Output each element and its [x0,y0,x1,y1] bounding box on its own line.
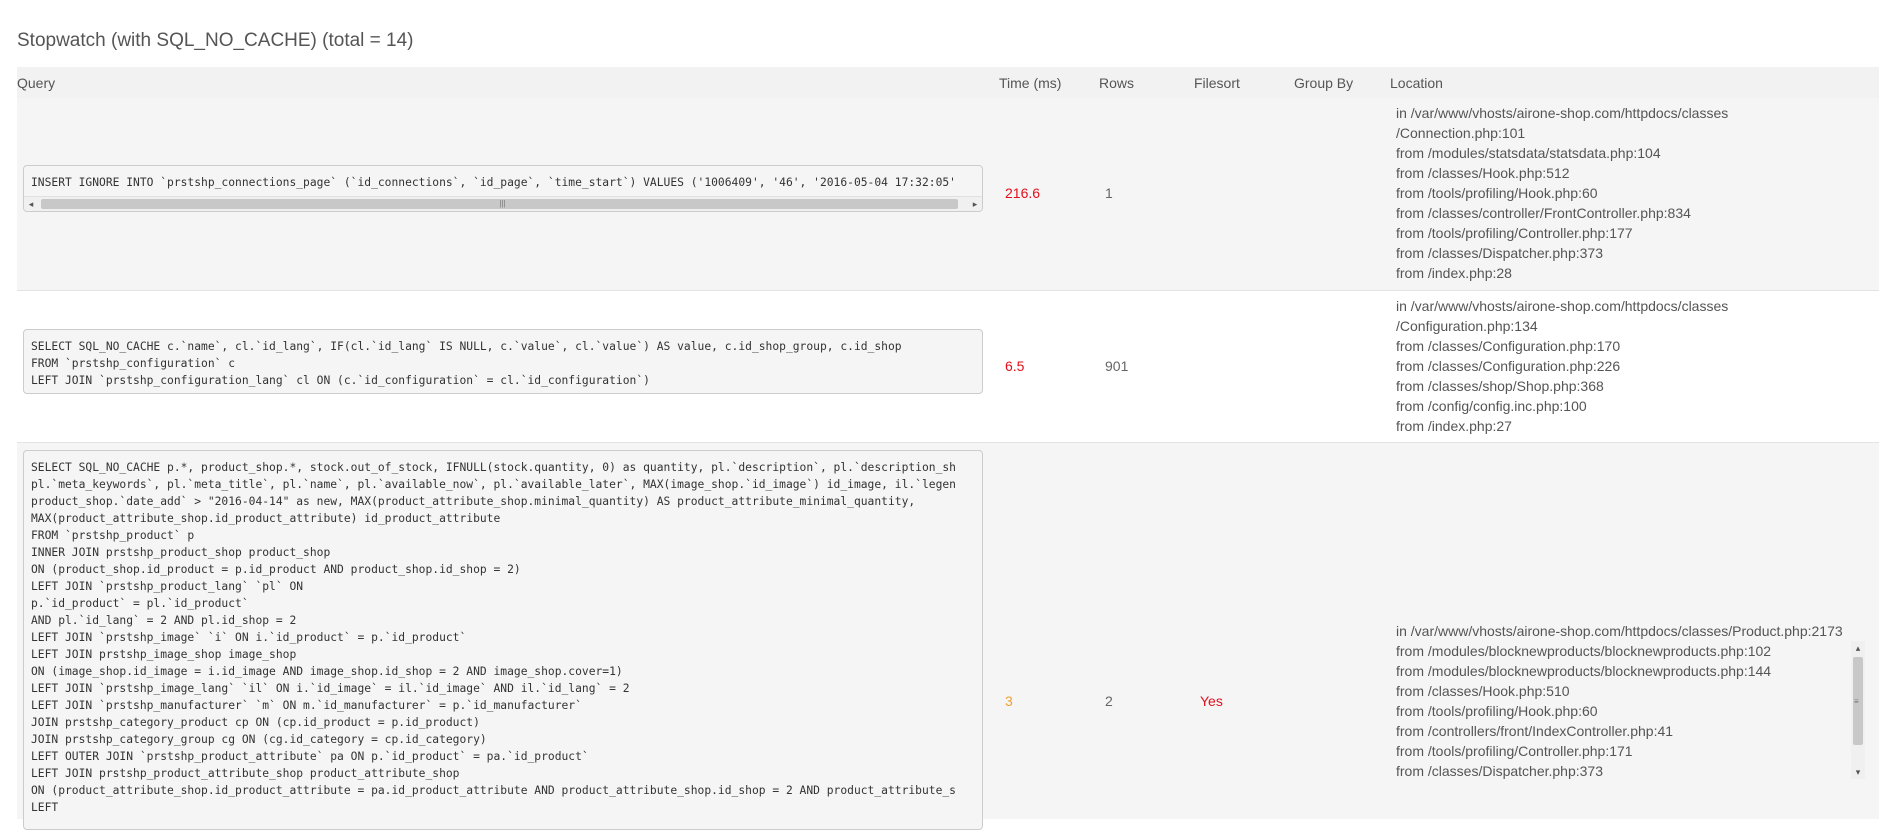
location-line: from /classes/Dispatcher.php:373 [1396,245,1603,261]
location-line: from /controllers/front/IndexController.… [1396,723,1674,739]
time-value: 216.6 [1005,185,1041,201]
grip-icon: ≡ [1854,697,1859,706]
scroll-left-icon[interactable]: ◂ [24,197,38,211]
query-text: INSERT IGNORE INTO `prstshp_connections_… [31,176,956,189]
column-header-rows: Rows [1099,75,1135,91]
scroll-up-icon[interactable]: ▴ [1851,641,1865,655]
query-box[interactable]: SELECT SQL_NO_CACHE p.*, product_shop.*,… [23,450,983,830]
location-line: from /classes/shop/Shop.php:368 [1396,378,1604,394]
vertical-scrollbar[interactable]: ▴ ≡ ▾ [1851,641,1865,779]
scroll-down-icon[interactable]: ▾ [1851,765,1865,779]
location-line: from /modules/statsdata/statsdata.php:10… [1396,145,1661,161]
location-line: from /config/config.inc.php:100 [1396,398,1587,414]
table-row: SELECT SQL_NO_CACHE c.`name`, cl.`id_lan… [17,291,1879,442]
location-list: in /var/www/vhosts/airone-shop.com/httpd… [1396,621,1843,781]
location-line: from /tools/profiling/Controller.php:177 [1396,225,1633,241]
filesort-value: Yes [1200,693,1223,709]
location-line: from /classes/Configuration.php:170 [1396,338,1621,354]
column-header-time: Time (ms) [999,75,1062,91]
location-line: from /tools/profiling/Hook.php:60 [1396,703,1598,719]
location-line: from /modules/blocknewproducts/blocknewp… [1396,643,1772,659]
scrollbar-thumb[interactable]: ||| [41,199,958,209]
scrollbar-thumb[interactable]: ≡ [1853,657,1863,745]
location-line: in /var/www/vhosts/airone-shop.com/httpd… [1396,105,1729,121]
table-row: INSERT IGNORE INTO `prstshp_connections_… [17,98,1879,290]
column-header-location: Location [1390,75,1443,91]
query-box[interactable]: INSERT IGNORE INTO `prstshp_connections_… [23,165,983,212]
location-line: from /index.php:27 [1396,418,1512,434]
location-line: from /classes/controller/FrontController… [1396,205,1691,221]
location-list: in /var/www/vhosts/airone-shop.com/httpd… [1396,296,1728,436]
column-header-group-by: Group By [1294,75,1354,91]
location-line: from /modules/blocknewproducts/blocknewp… [1396,663,1772,679]
table-header: Query Time (ms) Rows Filesort Group By L… [17,67,1879,98]
query-text: SELECT SQL_NO_CACHE c.`name`, cl.`id_lan… [31,340,902,387]
location-line: from /index.php:28 [1396,265,1512,281]
grip-icon: ||| [499,199,506,208]
rows-value: 2 [1105,693,1113,709]
location-line: from /classes/Dispatcher.php:373 [1396,763,1603,779]
location-line: in /var/www/vhosts/airone-shop.com/httpd… [1396,623,1843,639]
page-title: Stopwatch (with SQL_NO_CACHE) (total = 1… [17,30,414,51]
query-box[interactable]: SELECT SQL_NO_CACHE c.`name`, cl.`id_lan… [23,329,983,394]
location-line: from /tools/profiling/Controller.php:171 [1396,743,1633,759]
rows-value: 1 [1105,185,1113,201]
location-line: /Connection.php:101 [1396,125,1526,141]
table-row: SELECT SQL_NO_CACHE p.*, product_shop.*,… [17,443,1879,830]
time-value: 6.5 [1005,358,1025,374]
location-line: /Configuration.php:134 [1396,318,1538,334]
location-line: from /tools/profiling/Hook.php:60 [1396,185,1598,201]
query-text: SELECT SQL_NO_CACHE p.*, product_shop.*,… [31,461,956,814]
column-header-query: Query [17,75,56,91]
rows-value: 901 [1105,358,1129,374]
location-line: from /classes/Hook.php:510 [1396,683,1570,699]
horizontal-scrollbar[interactable]: ◂ ||| ▸ [24,196,982,211]
column-header-filesort: Filesort [1194,75,1240,91]
scroll-right-icon[interactable]: ▸ [968,197,982,211]
time-value: 3 [1005,693,1013,709]
location-line: in /var/www/vhosts/airone-shop.com/httpd… [1396,298,1729,314]
location-line: from /classes/Configuration.php:226 [1396,358,1621,374]
location-line: from /classes/Hook.php:512 [1396,165,1570,181]
location-list: in /var/www/vhosts/airone-shop.com/httpd… [1396,103,1728,283]
